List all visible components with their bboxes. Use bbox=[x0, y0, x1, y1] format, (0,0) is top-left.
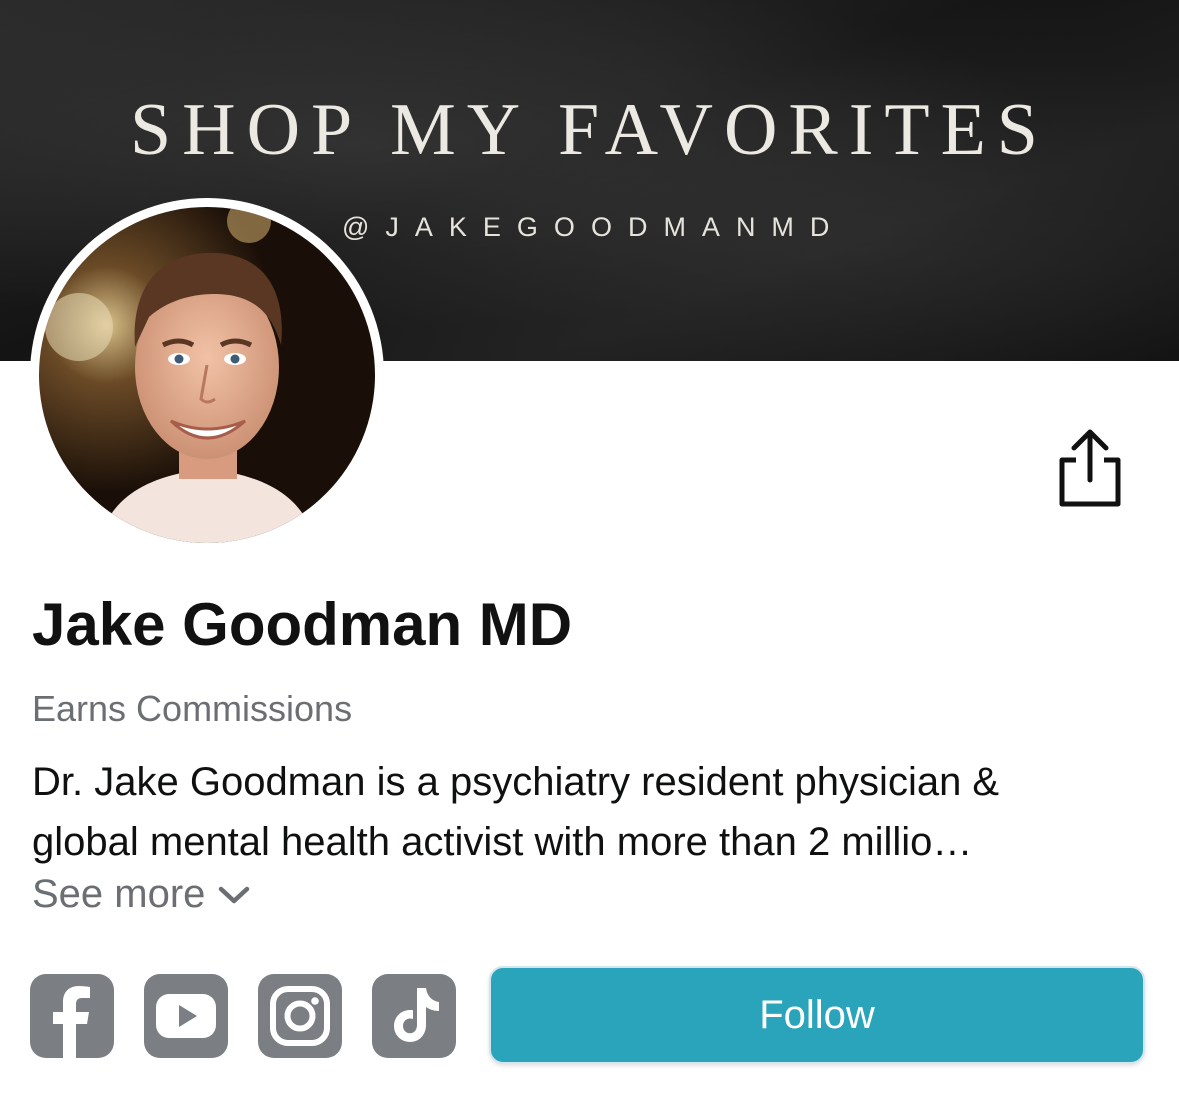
tiktok-link[interactable] bbox=[372, 974, 456, 1058]
instagram-link[interactable] bbox=[258, 974, 342, 1058]
see-more-button[interactable]: See more bbox=[32, 872, 251, 917]
share-button[interactable] bbox=[1052, 426, 1128, 512]
youtube-icon bbox=[156, 994, 216, 1038]
profile-name: Jake Goodman MD bbox=[32, 591, 573, 658]
see-more-label: See more bbox=[32, 872, 206, 916]
tiktok-icon bbox=[394, 988, 439, 1042]
follow-label: Follow bbox=[759, 992, 875, 1037]
bio-line: Dr. Jake Goodman is a psychiatry residen… bbox=[32, 760, 1000, 804]
share-icon bbox=[1059, 429, 1121, 507]
avatar[interactable] bbox=[39, 207, 375, 543]
banner-title: SHOP MY FAVORITES bbox=[130, 89, 1049, 171]
avatar-photo bbox=[39, 207, 375, 543]
earns-commissions-badge: Earns Commissions bbox=[32, 688, 353, 729]
chevron-down-icon bbox=[219, 886, 250, 903]
bio-line: global mental health activist with more … bbox=[32, 820, 973, 864]
instagram-icon bbox=[270, 986, 330, 1046]
youtube-link[interactable] bbox=[144, 974, 228, 1058]
follow-button[interactable]: Follow bbox=[489, 966, 1145, 1064]
facebook-link[interactable] bbox=[30, 974, 114, 1058]
profile-bio: Dr. Jake Goodman is a psychiatry residen… bbox=[32, 752, 1162, 872]
banner-handle: @JAKEGOODMANMD bbox=[342, 212, 846, 242]
facebook-icon bbox=[53, 986, 90, 1058]
